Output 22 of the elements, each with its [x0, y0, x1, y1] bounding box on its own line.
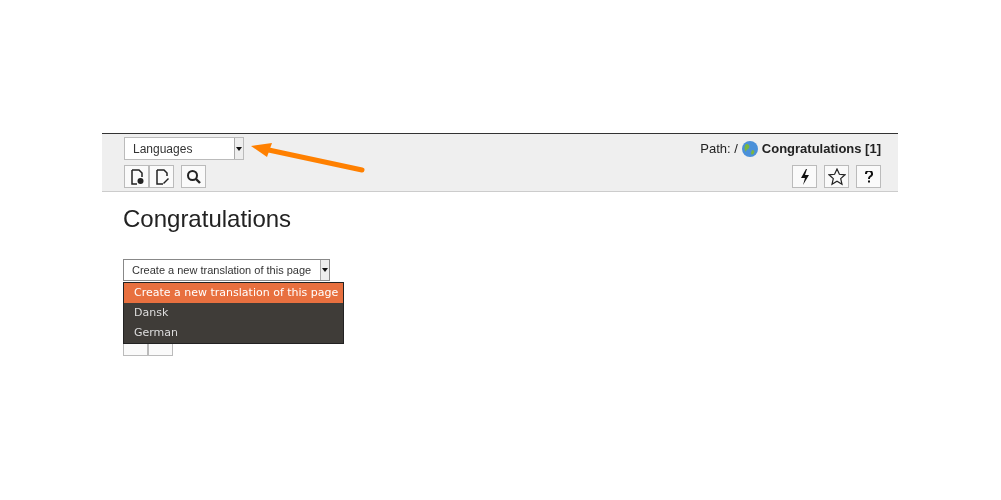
favorite-button[interactable] — [824, 165, 849, 188]
star-icon — [827, 167, 846, 186]
page-link[interactable]: Congratulations [1] — [761, 141, 881, 156]
caret-icon — [236, 146, 242, 151]
help-button[interactable] — [856, 165, 881, 188]
menu-option[interactable]: German — [124, 323, 343, 343]
document-pencil-icon — [153, 168, 170, 185]
question-mark-icon — [864, 170, 873, 183]
page-title: Congratulations — [123, 205, 293, 233]
caret-icon — [322, 268, 328, 272]
lightning-button[interactable] — [792, 165, 817, 188]
edit-page-button[interactable] — [149, 165, 174, 188]
menu-option[interactable]: Dansk — [124, 303, 343, 323]
search-icon — [185, 168, 202, 185]
translation-select[interactable]: Create a new translation of this page — [123, 259, 330, 281]
globe-icon — [741, 140, 758, 157]
view-page-button[interactable] — [124, 165, 149, 188]
search-button[interactable] — [181, 165, 206, 188]
path-label: Path: / — [700, 141, 738, 156]
lightning-icon — [798, 168, 811, 185]
document-eye-icon — [128, 168, 145, 185]
language-select[interactable]: Languages — [124, 137, 244, 160]
